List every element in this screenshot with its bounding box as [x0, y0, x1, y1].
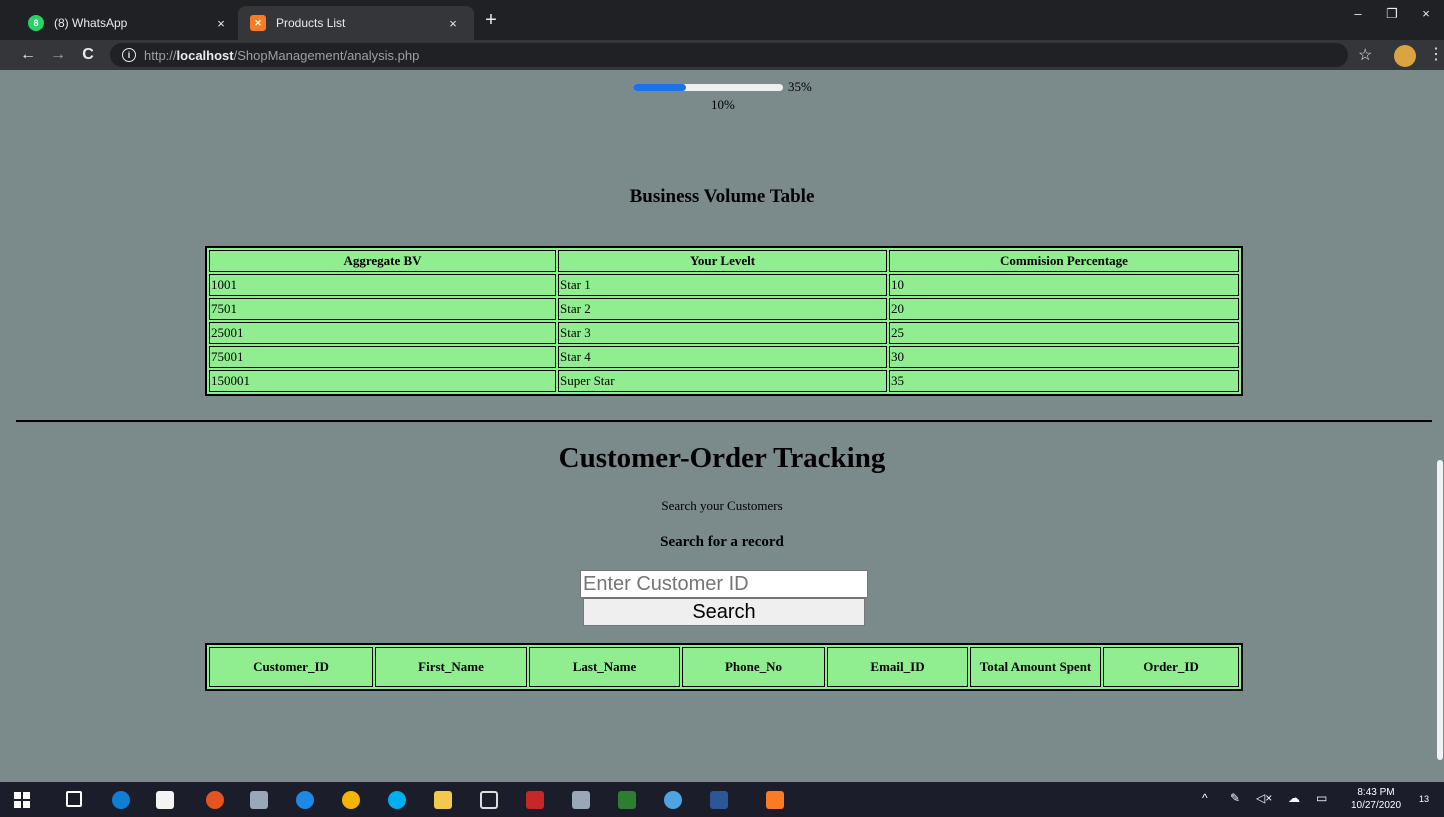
browser-menu-icon[interactable]: ⋮: [1428, 44, 1444, 64]
steam-icon[interactable]: [664, 791, 682, 809]
bv-table-title: Business Volume Table: [629, 186, 815, 207]
app-icon[interactable]: [572, 791, 590, 809]
battery-icon[interactable]: ▭: [1316, 791, 1327, 805]
app-icon[interactable]: [250, 791, 268, 809]
table-cell: 1001: [209, 274, 556, 296]
url-path: /ShopManagement/analysis.php: [233, 47, 420, 63]
table-row: 150001 Super Star 35: [209, 370, 1239, 392]
progress-bar: [633, 84, 783, 91]
table-cell: Star 4: [558, 346, 887, 368]
column-header: Total Amount Spent: [970, 647, 1101, 687]
tracking-title: Customer-Order Tracking: [558, 442, 886, 474]
section-divider: [16, 420, 1432, 422]
store-icon[interactable]: [156, 791, 174, 809]
table-cell: 7501: [209, 298, 556, 320]
table-cell: Star 2: [558, 298, 887, 320]
customer-table: Customer_ID First_Name Last_Name Phone_N…: [205, 643, 1243, 691]
progress-secondary-label: 10%: [711, 97, 735, 112]
table-cell: 20: [889, 298, 1239, 320]
reload-button[interactable]: C: [78, 45, 98, 65]
browser-tab-bar: 8 (8) WhatsApp × ✕ Products List × + – ❐…: [0, 0, 1444, 40]
url-field[interactable]: i http://localhost/ShopManagement/analys…: [110, 43, 1348, 67]
close-icon[interactable]: ×: [444, 16, 462, 31]
profile-avatar[interactable]: [1394, 45, 1416, 67]
customer-id-input[interactable]: [580, 570, 868, 598]
tab-products-list[interactable]: ✕ Products List ×: [238, 6, 474, 40]
table-cell: 35: [889, 370, 1239, 392]
table-cell: Star 3: [558, 322, 887, 344]
url-scheme: http://: [144, 47, 177, 63]
table-cell: 25: [889, 322, 1239, 344]
onedrive-icon[interactable]: ☁: [1288, 791, 1300, 805]
back-button[interactable]: ←: [18, 45, 38, 65]
bookmark-star-icon[interactable]: ☆: [1358, 45, 1372, 65]
xampp-icon[interactable]: [766, 791, 784, 809]
new-tab-button[interactable]: +: [480, 9, 502, 31]
notification-icon[interactable]: 13: [1414, 791, 1434, 805]
scrollbar-thumb[interactable]: [1437, 460, 1443, 760]
window-close-button[interactable]: ×: [1416, 6, 1436, 21]
column-header: Aggregate BV: [209, 250, 556, 272]
column-header: Customer_ID: [209, 647, 373, 687]
xampp-icon: ✕: [250, 15, 266, 31]
clock-date: 10/27/2020: [1350, 800, 1402, 811]
progress-label: 35%: [788, 79, 812, 94]
page-content: 35% 10% Business Volume Table Aggregate …: [0, 70, 1444, 782]
column-header: Email_ID: [827, 647, 968, 687]
column-header: Order_ID: [1103, 647, 1239, 687]
maximize-button[interactable]: ❐: [1382, 6, 1402, 22]
chrome-icon[interactable]: [342, 791, 360, 809]
virtualbox-icon[interactable]: [480, 791, 498, 809]
whatsapp-icon: 8: [28, 15, 44, 31]
table-cell: 10: [889, 274, 1239, 296]
url-host: localhost: [176, 47, 234, 63]
column-header: Phone_No: [682, 647, 825, 687]
column-header: Your Levelt: [558, 250, 887, 272]
minimize-button[interactable]: –: [1348, 6, 1368, 21]
tracking-subtitle: Search your Customers: [661, 498, 783, 513]
table-row: 25001 Star 3 25: [209, 322, 1239, 344]
clock-time: 8:43 PM: [1357, 787, 1395, 798]
address-bar-row: ← → C i http://localhost/ShopManagement/…: [0, 40, 1444, 70]
table-cell: 25001: [209, 322, 556, 344]
column-header: First_Name: [375, 647, 527, 687]
column-header: Last_Name: [529, 647, 680, 687]
internet-explorer-icon[interactable]: [296, 791, 314, 809]
page-scrollbar[interactable]: [1436, 70, 1444, 782]
word-icon[interactable]: [710, 791, 728, 809]
tab-title: Products List: [276, 16, 346, 30]
search-heading: Search for a record: [660, 534, 784, 550]
app-icon[interactable]: [618, 791, 636, 809]
search-button[interactable]: Search: [583, 598, 865, 626]
business-volume-table: Aggregate BV Your Levelt Commision Perce…: [205, 246, 1243, 396]
table-cell: 75001: [209, 346, 556, 368]
info-icon[interactable]: i: [122, 48, 136, 62]
file-explorer-icon[interactable]: [434, 791, 452, 809]
table-cell: Super Star: [558, 370, 887, 392]
table-row: 7501 Star 2 20: [209, 298, 1239, 320]
task-view-icon[interactable]: [66, 791, 82, 807]
powerpoint-icon[interactable]: [206, 791, 224, 809]
taskbar: ^ ✎ ◁× ☁ ▭ 8:43 PM 10/27/2020 13: [0, 782, 1444, 817]
notification-count: 13: [1418, 794, 1429, 804]
skype-icon[interactable]: [388, 791, 406, 809]
table-cell: 30: [889, 346, 1239, 368]
close-icon[interactable]: ×: [212, 16, 230, 31]
column-header: Commision Percentage: [889, 250, 1239, 272]
volume-muted-icon[interactable]: ◁×: [1256, 791, 1272, 805]
table-cell: Star 1: [558, 274, 887, 296]
table-cell: 150001: [209, 370, 556, 392]
system-clock[interactable]: 8:43 PM 10/27/2020: [1350, 786, 1402, 812]
app-icon[interactable]: [526, 791, 544, 809]
progress-fill: [633, 84, 686, 91]
tab-title: (8) WhatsApp: [54, 16, 128, 30]
tab-whatsapp[interactable]: 8 (8) WhatsApp ×: [16, 6, 242, 40]
table-row: 75001 Star 4 30: [209, 346, 1239, 368]
edge-icon[interactable]: [112, 791, 130, 809]
table-row: 1001 Star 1 10: [209, 274, 1239, 296]
pen-icon[interactable]: ✎: [1230, 791, 1240, 805]
forward-button[interactable]: →: [48, 45, 68, 65]
windows-start-icon[interactable]: [14, 792, 30, 808]
chevron-up-icon[interactable]: ^: [1202, 791, 1208, 805]
